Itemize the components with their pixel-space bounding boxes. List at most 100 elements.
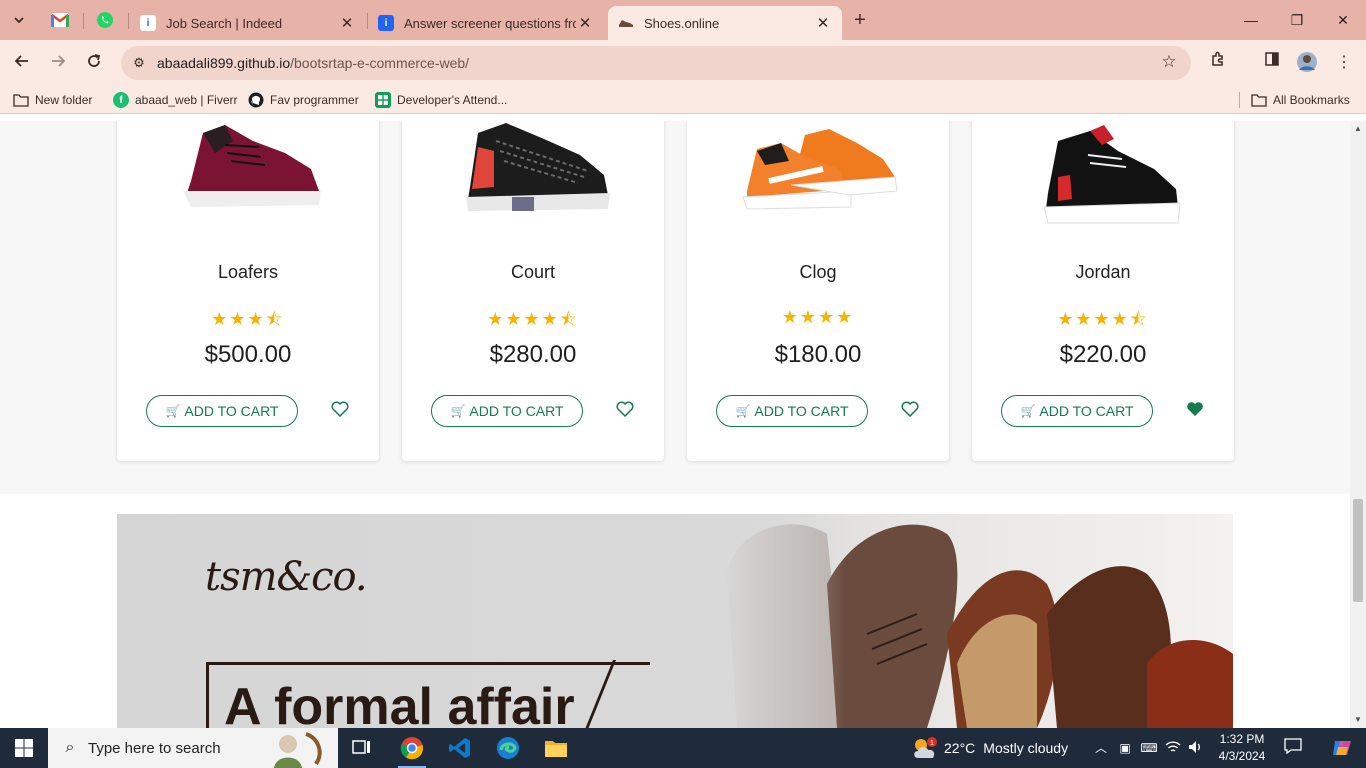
input-language-icon[interactable]: ⌨ xyxy=(1140,740,1158,756)
bookmark-star-icon[interactable]: ☆ xyxy=(1159,52,1179,72)
sheets-icon xyxy=(375,92,391,108)
add-to-cart-button[interactable]: 🛒 ADD TO CART xyxy=(1001,395,1153,427)
arrow-right-icon xyxy=(52,55,66,67)
wishlist-heart-icon[interactable] xyxy=(615,399,635,419)
folder-icon xyxy=(545,741,567,757)
wifi-icon[interactable] xyxy=(1164,740,1182,756)
fiverr-icon: f xyxy=(113,92,129,108)
product-name[interactable]: Court xyxy=(402,262,664,283)
address-bar[interactable]: ⚙ abaadali899.github.io/bootsrtap-e-comm… xyxy=(121,46,1191,80)
bookmark-label: Developer's Attend... xyxy=(397,93,508,107)
close-icon[interactable]: ✕ xyxy=(814,14,832,32)
product-image[interactable] xyxy=(733,121,903,231)
whatsapp-icon xyxy=(97,12,113,28)
product-card: Jordan ★★★★⯪ $220.00 🛒 ADD TO CART xyxy=(972,121,1234,461)
bookmark-fav-programmer[interactable]: Fav programmer xyxy=(248,91,359,109)
wishlist-heart-icon[interactable] xyxy=(900,399,920,419)
add-to-cart-label: ADD TO CART xyxy=(754,403,849,419)
tab-search-button[interactable] xyxy=(8,9,30,31)
new-tab-button[interactable]: + xyxy=(849,9,871,31)
tab-job-search[interactable]: i Job Search | Indeed ✕ xyxy=(130,6,366,40)
github-icon xyxy=(248,92,264,108)
browser-toolbar: ⚙ abaadali899.github.io/bootsrtap-e-comm… xyxy=(0,40,1366,86)
weather-widget[interactable]: 1 22°C Mostly cloudy xyxy=(912,728,1068,768)
forward-button[interactable] xyxy=(46,51,70,75)
promo-banner[interactable]: tsm&co. A formal affair xyxy=(117,514,1233,728)
scroll-thumb[interactable] xyxy=(1353,499,1363,602)
bookmark-label: abaad_web | Fiverr xyxy=(135,93,238,107)
product-name[interactable]: Loafers xyxy=(117,262,379,283)
rating-stars: ★★★★ xyxy=(781,307,855,327)
close-icon[interactable]: ✕ xyxy=(576,14,594,32)
product-card: Court ★★★★⯪ $280.00 🛒 ADD TO CART xyxy=(402,121,664,461)
url-text[interactable]: abaadali899.github.io/bootsrtap-e-commer… xyxy=(157,55,469,71)
extensions-icon[interactable] xyxy=(1206,51,1230,75)
folder-icon xyxy=(13,92,29,108)
show-hidden-icons-chevron-icon[interactable]: ︿ xyxy=(1092,740,1110,756)
add-to-cart-label: ADD TO CART xyxy=(184,403,279,419)
scroll-up-arrow-icon[interactable]: ▲ xyxy=(1350,123,1366,135)
close-icon[interactable]: ✕ xyxy=(338,14,356,32)
tab-separator xyxy=(83,13,84,29)
site-info-icon[interactable]: ⚙ xyxy=(131,55,147,71)
all-bookmarks[interactable]: All Bookmarks xyxy=(1251,91,1350,109)
add-to-cart-button[interactable]: 🛒 ADD TO CART xyxy=(146,395,298,427)
reload-button[interactable] xyxy=(82,51,106,75)
rating-stars: ★★★⯪ xyxy=(211,309,285,329)
product-name[interactable]: Jordan xyxy=(972,262,1234,283)
product-card: Clog ★★★★ $180.00 🛒 ADD TO CART xyxy=(687,121,949,461)
side-panel-icon[interactable] xyxy=(1260,51,1284,75)
rating-stars: ★★★★⯪ xyxy=(487,309,579,329)
weather-description: Mostly cloudy xyxy=(983,740,1069,756)
taskbar-file-explorer[interactable] xyxy=(532,728,580,768)
arrow-left-icon xyxy=(14,55,28,67)
bookmark-developers-attend[interactable]: Developer's Attend... xyxy=(375,91,507,109)
tab-shoes-online[interactable]: Shoes.online ✕ xyxy=(608,6,842,40)
back-button[interactable] xyxy=(10,51,34,75)
copilot-icon xyxy=(1333,741,1351,755)
formal-shoes-image xyxy=(717,514,1233,728)
system-clock[interactable]: 1:32 PM 4/3/2024 xyxy=(1212,731,1272,765)
bookmark-new-folder[interactable]: New folder xyxy=(13,91,92,109)
tab-title: Job Search | Indeed xyxy=(166,15,283,31)
clock-date: 4/3/2024 xyxy=(1218,749,1266,763)
add-to-cart-button[interactable]: 🛒 ADD TO CART xyxy=(716,395,868,427)
bookmarks-separator xyxy=(1239,92,1240,108)
tab-answer-screener[interactable]: i Answer screener questions from ✕ xyxy=(368,6,604,40)
tab-title: Shoes.online xyxy=(644,15,720,31)
menu-kebab-icon[interactable]: ⋮ xyxy=(1332,51,1356,75)
product-image[interactable] xyxy=(1018,121,1188,231)
window-close-button[interactable]: ✕ xyxy=(1331,8,1355,32)
taskbar-edge[interactable] xyxy=(484,728,532,768)
tab-title: Answer screener questions from xyxy=(404,15,576,31)
scroll-down-arrow-icon[interactable]: ▼ xyxy=(1350,714,1366,726)
gmail-icon xyxy=(51,13,69,27)
tab-whatsapp[interactable] xyxy=(93,8,117,32)
taskbar-chrome[interactable] xyxy=(388,728,436,768)
page-scrollbar[interactable]: ▲ ▼ xyxy=(1350,121,1366,728)
copilot-button[interactable] xyxy=(1318,728,1366,768)
meet-now-icon[interactable]: ▣ xyxy=(1116,740,1134,756)
wishlist-heart-icon[interactable] xyxy=(330,399,350,419)
search-highlight-illustration xyxy=(274,732,322,768)
product-name[interactable]: Clog xyxy=(687,262,949,283)
cart-icon: 🛒 xyxy=(735,404,751,418)
add-to-cart-button[interactable]: 🛒 ADD TO CART xyxy=(431,395,583,427)
bookmark-fiverr[interactable]: f abaad_web | Fiverr xyxy=(113,91,238,109)
profile-avatar-icon[interactable] xyxy=(1295,51,1319,75)
task-view-button[interactable] xyxy=(338,728,386,768)
taskbar-search-box[interactable]: ⌕ Type here to search xyxy=(48,728,338,768)
notification-icon[interactable] xyxy=(1283,738,1303,758)
product-image[interactable] xyxy=(163,121,333,231)
restore-button[interactable]: ❐ xyxy=(1285,8,1309,32)
vscode-icon xyxy=(449,738,470,758)
edge-icon xyxy=(497,737,519,759)
wishlist-heart-filled-icon[interactable] xyxy=(1185,399,1205,419)
product-image[interactable] xyxy=(448,121,618,231)
bookmark-label: Fav programmer xyxy=(270,93,359,107)
volume-icon[interactable] xyxy=(1187,740,1205,756)
minimize-button[interactable]: — xyxy=(1239,8,1263,32)
start-button[interactable] xyxy=(0,728,48,768)
taskbar-vscode[interactable] xyxy=(436,728,484,768)
tab-gmail[interactable] xyxy=(48,8,72,32)
